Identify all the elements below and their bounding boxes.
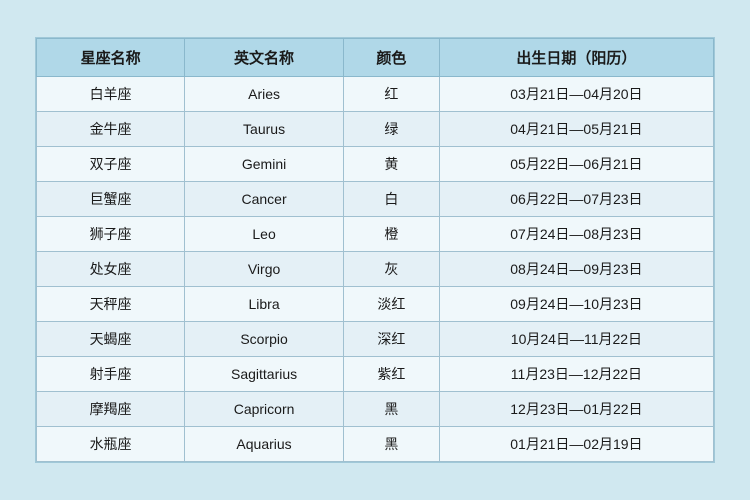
- table-row: 双子座Gemini黄05月22日—06月21日: [37, 147, 714, 182]
- table-row: 金牛座Taurus绿04月21日—05月21日: [37, 112, 714, 147]
- table-body: 白羊座Aries红03月21日—04月20日金牛座Taurus绿04月21日—0…: [37, 77, 714, 462]
- cell-chinese-name: 狮子座: [37, 217, 185, 252]
- table-row: 摩羯座Capricorn黑12月23日—01月22日: [37, 392, 714, 427]
- cell-english-name: Capricorn: [185, 392, 344, 427]
- cell-dates: 08月24日—09月23日: [439, 252, 713, 287]
- cell-color: 深红: [343, 322, 439, 357]
- cell-color: 橙: [343, 217, 439, 252]
- cell-color: 黄: [343, 147, 439, 182]
- cell-dates: 12月23日—01月22日: [439, 392, 713, 427]
- cell-color: 灰: [343, 252, 439, 287]
- table-row: 处女座Virgo灰08月24日—09月23日: [37, 252, 714, 287]
- cell-chinese-name: 双子座: [37, 147, 185, 182]
- cell-chinese-name: 巨蟹座: [37, 182, 185, 217]
- cell-dates: 04月21日—05月21日: [439, 112, 713, 147]
- header-chinese-name: 星座名称: [37, 39, 185, 77]
- cell-english-name: Libra: [185, 287, 344, 322]
- cell-dates: 06月22日—07月23日: [439, 182, 713, 217]
- cell-color: 绿: [343, 112, 439, 147]
- cell-chinese-name: 水瓶座: [37, 427, 185, 462]
- table-row: 巨蟹座Cancer白06月22日—07月23日: [37, 182, 714, 217]
- cell-color: 淡红: [343, 287, 439, 322]
- cell-chinese-name: 白羊座: [37, 77, 185, 112]
- cell-english-name: Aries: [185, 77, 344, 112]
- table-header-row: 星座名称 英文名称 颜色 出生日期（阳历）: [37, 39, 714, 77]
- table-row: 水瓶座Aquarius黑01月21日—02月19日: [37, 427, 714, 462]
- cell-english-name: Scorpio: [185, 322, 344, 357]
- table-row: 射手座Sagittarius紫红11月23日—12月22日: [37, 357, 714, 392]
- cell-dates: 10月24日—11月22日: [439, 322, 713, 357]
- cell-english-name: Cancer: [185, 182, 344, 217]
- cell-color: 黑: [343, 392, 439, 427]
- cell-dates: 03月21日—04月20日: [439, 77, 713, 112]
- cell-dates: 05月22日—06月21日: [439, 147, 713, 182]
- cell-chinese-name: 金牛座: [37, 112, 185, 147]
- cell-color: 黑: [343, 427, 439, 462]
- cell-chinese-name: 天蝎座: [37, 322, 185, 357]
- cell-color: 紫红: [343, 357, 439, 392]
- cell-english-name: Virgo: [185, 252, 344, 287]
- cell-english-name: Taurus: [185, 112, 344, 147]
- cell-english-name: Gemini: [185, 147, 344, 182]
- cell-chinese-name: 射手座: [37, 357, 185, 392]
- table-row: 狮子座Leo橙07月24日—08月23日: [37, 217, 714, 252]
- cell-color: 白: [343, 182, 439, 217]
- header-dates: 出生日期（阳历）: [439, 39, 713, 77]
- zodiac-table: 星座名称 英文名称 颜色 出生日期（阳历） 白羊座Aries红03月21日—04…: [36, 38, 714, 462]
- cell-english-name: Leo: [185, 217, 344, 252]
- cell-dates: 07月24日—08月23日: [439, 217, 713, 252]
- cell-chinese-name: 摩羯座: [37, 392, 185, 427]
- header-color: 颜色: [343, 39, 439, 77]
- cell-chinese-name: 处女座: [37, 252, 185, 287]
- table-row: 天秤座Libra淡红09月24日—10月23日: [37, 287, 714, 322]
- zodiac-table-container: 星座名称 英文名称 颜色 出生日期（阳历） 白羊座Aries红03月21日—04…: [35, 37, 715, 463]
- cell-dates: 11月23日—12月22日: [439, 357, 713, 392]
- table-row: 白羊座Aries红03月21日—04月20日: [37, 77, 714, 112]
- cell-dates: 01月21日—02月19日: [439, 427, 713, 462]
- cell-english-name: Aquarius: [185, 427, 344, 462]
- cell-chinese-name: 天秤座: [37, 287, 185, 322]
- header-english-name: 英文名称: [185, 39, 344, 77]
- cell-english-name: Sagittarius: [185, 357, 344, 392]
- cell-color: 红: [343, 77, 439, 112]
- cell-dates: 09月24日—10月23日: [439, 287, 713, 322]
- table-row: 天蝎座Scorpio深红10月24日—11月22日: [37, 322, 714, 357]
